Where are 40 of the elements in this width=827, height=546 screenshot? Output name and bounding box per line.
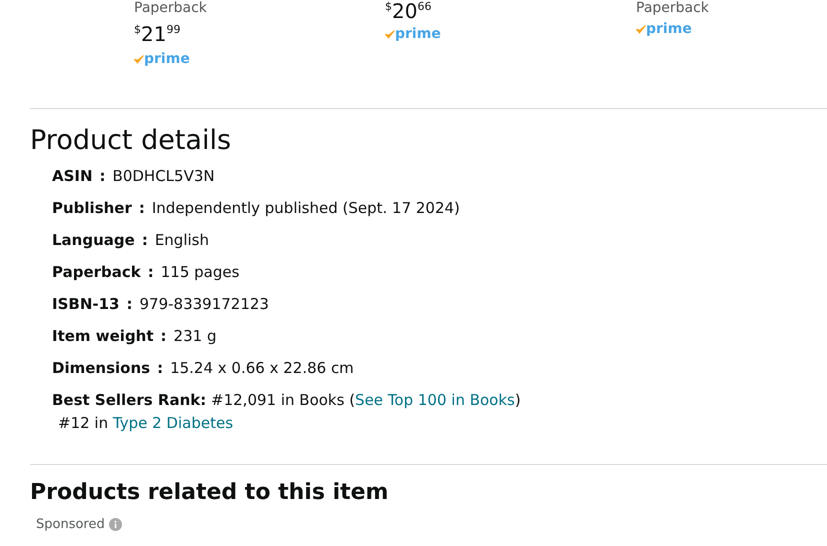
detail-label: ASIN <box>52 166 93 187</box>
detail-label: Dimensions <box>52 358 150 379</box>
detail-label: Best Sellers Rank: <box>52 391 206 409</box>
price: $^{$}$20$^{66}$ <box>385 0 432 22</box>
separator-colon: : <box>157 358 164 379</box>
price: $^{$}$21$^{99}$ <box>134 23 180 45</box>
check-icon <box>385 30 395 38</box>
detail-value: 231 g <box>174 326 216 347</box>
detail-value: 979-8339172123 <box>139 294 269 315</box>
check-icon <box>134 54 144 64</box>
section-heading: Products related to this item <box>30 479 390 507</box>
detail-value: #12,091 in Books (See Top 100 in Books) <box>211 391 521 409</box>
format-label: Paperback <box>636 0 709 17</box>
detail-value: 115 pages <box>160 262 240 283</box>
detail-value: English <box>154 230 209 251</box>
prime-label: prime <box>395 26 441 42</box>
separator-colon: : <box>160 326 167 347</box>
link[interactable]: See Top 100 in Books <box>355 391 515 409</box>
detail-value: 15.24 x 0.66 x 22.86 cm <box>170 358 354 379</box>
separator-colon: : <box>148 262 154 283</box>
detail-value: Independently published (Sept. 17 2024) <box>152 198 460 219</box>
detail-label: Language <box>52 230 135 251</box>
prime-label: prime <box>144 51 190 67</box>
detail-label: Paperback <box>52 262 141 283</box>
section-heading: Product details <box>30 124 232 158</box>
separator-colon: : <box>100 166 106 187</box>
format-label: Paperback <box>134 0 207 17</box>
detail-label: Publisher <box>52 198 132 219</box>
prime-label: prime <box>646 21 692 37</box>
check-icon <box>636 24 646 34</box>
separator-colon: : <box>142 230 148 251</box>
detail-label: Item weight <box>52 326 154 347</box>
separator-colon: : <box>138 198 145 219</box>
detail-value: B0DHCL5V3N <box>112 166 215 187</box>
detail-value: #12 in <box>58 414 108 432</box>
link[interactable]: Type 2 Diabetes <box>112 414 234 432</box>
sponsored-label: Sponsored <box>36 516 105 534</box>
detail-label: ISBN-13 <box>52 294 120 315</box>
separator-colon: : <box>126 294 132 315</box>
info-icon[interactable] <box>108 518 122 532</box>
